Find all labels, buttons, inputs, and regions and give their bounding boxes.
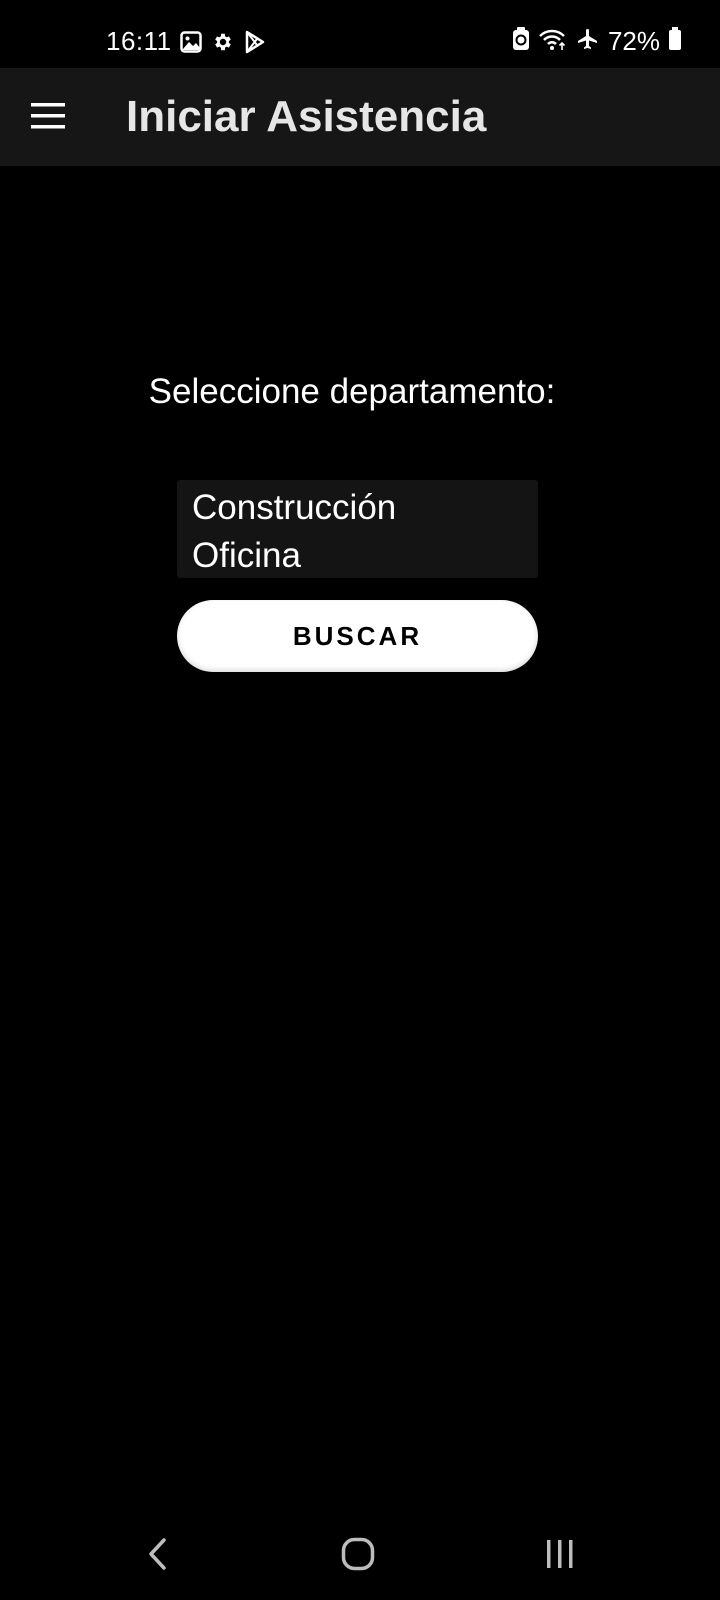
status-system-icons: 72% xyxy=(512,26,682,57)
department-prompt: Seleccione departamento: xyxy=(148,372,556,411)
recents-icon xyxy=(545,1538,575,1575)
wifi-icon xyxy=(538,27,568,56)
home-icon xyxy=(341,1537,375,1576)
battery-percentage: 72% xyxy=(607,26,660,56)
department-option-construccion[interactable]: Construcción xyxy=(177,484,538,532)
battery-icon xyxy=(668,27,682,56)
gallery-icon xyxy=(180,31,202,58)
home-button[interactable] xyxy=(298,1512,418,1600)
department-option-oficina[interactable]: Oficina xyxy=(177,532,538,580)
back-button[interactable] xyxy=(98,1512,218,1600)
navigation-bar xyxy=(0,1512,720,1600)
back-icon xyxy=(146,1537,170,1576)
search-button[interactable]: BUSCAR xyxy=(177,600,538,672)
airplane-mode-icon xyxy=(576,27,600,56)
battery-saver-icon xyxy=(512,27,530,56)
settings-icon xyxy=(212,31,234,58)
status-time: 16:11 xyxy=(106,26,172,56)
screen: 16:11 72% Iniciar Asistencia Seleccione … xyxy=(0,0,720,1600)
hamburger-menu-icon[interactable] xyxy=(30,101,66,131)
department-list[interactable]: Construcción Oficina xyxy=(177,480,538,578)
status-notification-icons xyxy=(180,30,266,59)
play-store-icon xyxy=(244,30,266,59)
page-title: Iniciar Asistencia xyxy=(126,92,487,141)
recents-button[interactable] xyxy=(500,1512,620,1600)
status-bar: 16:11 72% xyxy=(0,0,720,68)
app-bar: Iniciar Asistencia xyxy=(0,68,720,166)
